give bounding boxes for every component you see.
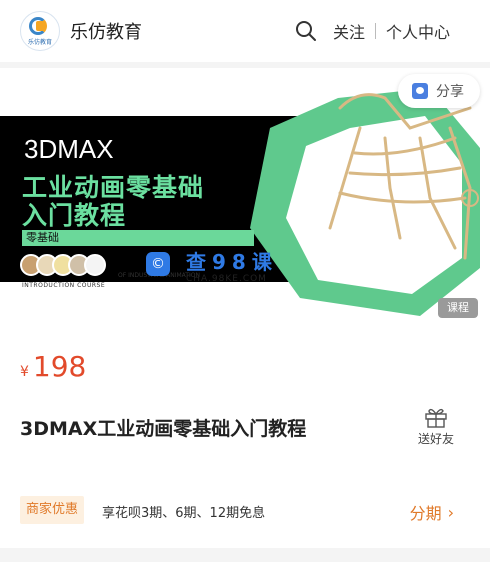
header-actions: 关注 个人中心 <box>295 0 450 62</box>
banner-intro-text: INTRODUCTION COURSE <box>22 282 106 289</box>
thumbnail-animal-5 <box>84 254 106 276</box>
installment-label: 分期 <box>409 504 442 523</box>
top-header: 乐仿教育 乐仿教育 关注 个人中心 <box>0 0 490 62</box>
merchant-promo-tag: 商家优惠 <box>20 496 85 524</box>
course-info-card: ¥ 198 3DMAX工业动画零基础入门教程 送好友 商家优惠 享花呗3期、6期… <box>0 328 490 548</box>
follow-button[interactable]: 关注 <box>333 19 365 43</box>
brand-name[interactable]: 乐仿教育 <box>70 18 142 44</box>
watermark-logo-icon: © <box>146 252 170 276</box>
price-value: 198 <box>32 350 87 383</box>
banner-title-line3: 入门教程 <box>22 201 127 230</box>
course-price: ¥ 198 <box>20 350 86 383</box>
banner-animal-thumbnails <box>20 254 106 276</box>
installment-button[interactable]: 分期 › <box>410 500 454 524</box>
course-banner[interactable]: 分享 3DMAX 工业动画零基础 入门教程 零基础 INTRODUCTION C… <box>0 68 490 328</box>
header-divider <box>374 23 376 39</box>
search-icon[interactable] <box>295 20 317 42</box>
gift-to-friend-button[interactable]: 送好友 <box>418 406 454 447</box>
banner-title-line1: 3DMAX <box>24 134 114 164</box>
share-button[interactable]: 分享 <box>398 74 480 108</box>
gift-icon <box>425 408 447 428</box>
promo-description: 享花呗3期、6期、12期免息 <box>102 506 266 521</box>
gift-label: 送好友 <box>417 432 454 446</box>
share-label: 分享 <box>436 84 464 100</box>
watermark-cn: 查98课 <box>186 250 278 274</box>
chevron-right-icon: › <box>447 502 454 522</box>
course-title: 3DMAX工业动画零基础入门教程 <box>20 418 307 440</box>
share-icon <box>412 83 428 99</box>
course-type-badge: 课程 <box>438 298 478 318</box>
currency-symbol: ¥ <box>20 364 29 380</box>
banner-level-tag: 零基础 <box>22 230 254 246</box>
brand-logo[interactable]: 乐仿教育 <box>20 11 60 51</box>
logo-mark-icon <box>27 16 53 36</box>
watermark-en: CHA.98KE.COM <box>186 274 267 284</box>
user-center-link[interactable]: 个人中心 <box>386 19 450 43</box>
logo-text: 乐仿教育 <box>27 39 52 46</box>
course-page: 乐仿教育 乐仿教育 关注 个人中心 分享 3DMAX 工业动画零基础 入门教程 … <box>0 0 490 562</box>
